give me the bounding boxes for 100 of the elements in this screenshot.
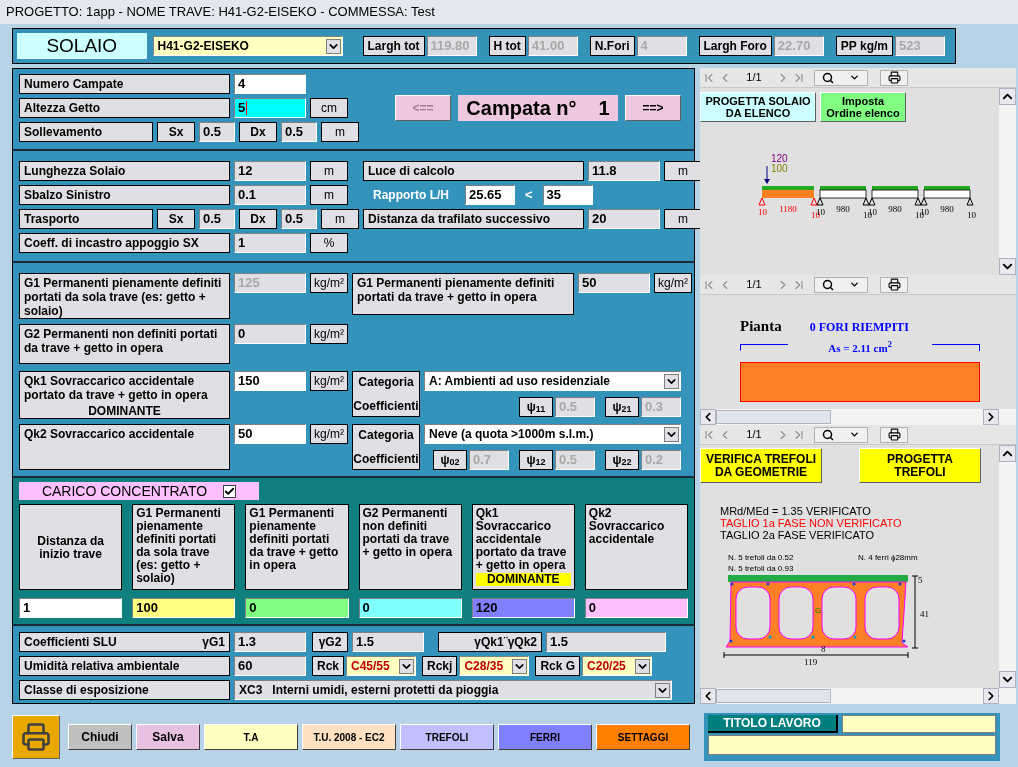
scroll-thumb[interactable] (716, 689, 831, 703)
toolbar-button[interactable]: T.U. 2008 - EC2 (302, 724, 396, 750)
vertical-scrollbar[interactable] (999, 88, 1016, 275)
field-label: Sbalzo Sinistro (19, 185, 230, 205)
input-field[interactable]: 25.65 (465, 185, 515, 205)
print-button[interactable] (880, 276, 908, 293)
printer-icon (887, 71, 901, 84)
dropdown-field[interactable]: XC3 Interni umidi, esterni protetti da pioggia (234, 680, 672, 700)
input-field[interactable]: 0 (358, 598, 462, 618)
caret-icon (848, 429, 860, 440)
column-title: G2 Permanenti non definiti portati da trave + getto in opera (362, 507, 454, 559)
zoom-button[interactable] (814, 69, 868, 86)
toolbar-button[interactable]: TREFOLI (400, 724, 494, 750)
input-field[interactable]: 1 (234, 233, 306, 253)
input-field[interactable]: 60 (234, 656, 306, 676)
toolbar-button[interactable]: T.A (204, 724, 298, 750)
field-label: G1 Permanenti pienamente definiti portati da sola trave (es: getto + solaio) (19, 273, 230, 319)
category-label: Categoria (358, 427, 414, 444)
input-field[interactable] (842, 715, 996, 733)
centroid-label: G (815, 606, 822, 615)
checkbox[interactable] (223, 484, 237, 498)
input-field[interactable]: 150 (234, 371, 306, 391)
field-label: Distanza da trafilato successivo (363, 209, 584, 229)
horizontal-scrollbar[interactable] (700, 688, 1016, 704)
scroll-thumb[interactable] (716, 410, 831, 424)
unit-label: m (321, 122, 359, 142)
input-field[interactable]: 35 (542, 185, 593, 205)
field-label: PP kg/m (835, 36, 893, 56)
scroll-down-icon[interactable] (999, 258, 1016, 275)
field-label: Luce di calcolo (363, 161, 584, 181)
horizontal-scrollbar[interactable] (700, 409, 1016, 425)
dropdown-field[interactable]: C28/35 (459, 656, 530, 676)
report-button[interactable]: Imposta Ordine elenco (820, 92, 906, 122)
input-field[interactable]: 0 (234, 324, 306, 344)
input-field[interactable]: 1 (19, 598, 123, 618)
field-label: Coeff. di incastro appoggio SX (19, 233, 230, 253)
rebar-note: N. 4 ferri ϕ28mm (858, 553, 918, 562)
section-title: CARICO CONCENTRATO (41, 481, 208, 501)
toolbar-button[interactable]: FERRI (498, 724, 592, 750)
job-title-label: TITOLO LAVORO (708, 715, 838, 733)
field-label: Largh tot (362, 36, 425, 56)
scroll-right-icon[interactable] (983, 688, 999, 704)
input-field[interactable] (708, 735, 996, 755)
scroll-right-icon[interactable] (983, 409, 999, 425)
coefficient-symbol: ψ$_{02}$ (433, 450, 467, 470)
verification-result: TAGLIO 2a FASE VERIFICATO (720, 529, 876, 541)
dropdown-field[interactable]: H41-G2-EISEKO (152, 36, 343, 56)
zoom-button[interactable] (814, 426, 868, 443)
input-field[interactable]: 0.5 (199, 122, 235, 142)
input-field[interactable]: 120 (471, 598, 575, 618)
scroll-up-icon[interactable] (999, 88, 1016, 105)
input-field[interactable]: 5 (234, 98, 306, 118)
print-button[interactable] (880, 69, 908, 86)
printer-icon (21, 722, 51, 752)
toolbar-button[interactable]: Chiudi (68, 724, 132, 750)
load-value: 120 (771, 153, 788, 164)
input-field[interactable]: 0.5 (281, 122, 317, 142)
report-button[interactable]: PROGETTA SOLAIO DA ELENCO (700, 92, 816, 122)
dropdown-field[interactable]: C45/55 (346, 656, 416, 676)
field-label: Sx (157, 209, 195, 229)
input-field[interactable]: 1.3 (234, 632, 306, 652)
dimension-label: 5 (918, 575, 923, 585)
input-field[interactable]: 12 (234, 161, 306, 181)
toolbar-button[interactable]: Salva (136, 724, 200, 750)
input-field[interactable]: 1.5 (546, 632, 666, 652)
report-button[interactable]: PROGETTA TREFOLI (859, 448, 981, 483)
dimension-label: 1180 (779, 204, 797, 214)
dropdown-field[interactable]: A: Ambienti ad uso residenziale (424, 371, 681, 391)
input-field[interactable]: 0.5 (281, 209, 317, 229)
input-field[interactable]: 0.1 (234, 185, 306, 205)
dropdown-field[interactable]: C20/25 (582, 656, 653, 676)
scroll-left-icon[interactable] (700, 688, 716, 704)
input-field[interactable]: 11.8 (588, 161, 660, 181)
scroll-left-icon[interactable] (700, 409, 716, 425)
column-title: G1 Permanenti pienamente definiti portati da trave + getto in opera (249, 507, 340, 572)
print-button[interactable] (880, 426, 908, 443)
vertical-scrollbar[interactable] (999, 445, 1016, 688)
next-span-button[interactable]: ==> (625, 95, 681, 121)
coefficient-symbol: ψ$_{21}$ (605, 397, 639, 417)
input-field[interactable]: 1.5 (352, 632, 424, 652)
unit-label: kg/m² (310, 324, 348, 344)
scroll-down-icon[interactable] (999, 671, 1016, 688)
dropdown-field[interactable]: Neve (a quota >1000m s.l.m.) (424, 424, 681, 444)
input-field[interactable]: 20 (588, 209, 660, 229)
unit-label: kg/m² (654, 273, 692, 293)
input-field[interactable]: 100 (132, 598, 236, 618)
field-label: Qk2 Sovraccarico accidentale (19, 424, 230, 470)
toolbar-button[interactable]: SETTAGGI (596, 724, 690, 750)
scroll-up-icon[interactable] (999, 445, 1016, 462)
input-field[interactable]: 4 (234, 74, 306, 94)
report-button[interactable]: VERIFICA TREFOLI DA GEOMETRIE (700, 448, 822, 483)
input-field[interactable]: 0.5 (199, 209, 235, 229)
input-field[interactable]: 0 (584, 598, 689, 618)
field-label: Dx (239, 209, 277, 229)
zoom-button[interactable] (814, 276, 868, 293)
input-field[interactable]: 0 (245, 598, 349, 618)
input-field[interactable]: 50 (234, 424, 306, 444)
input-field[interactable]: 50 (578, 273, 650, 293)
label-text: Coefficienti SLU (24, 634, 117, 651)
unit-label: m (664, 161, 702, 181)
